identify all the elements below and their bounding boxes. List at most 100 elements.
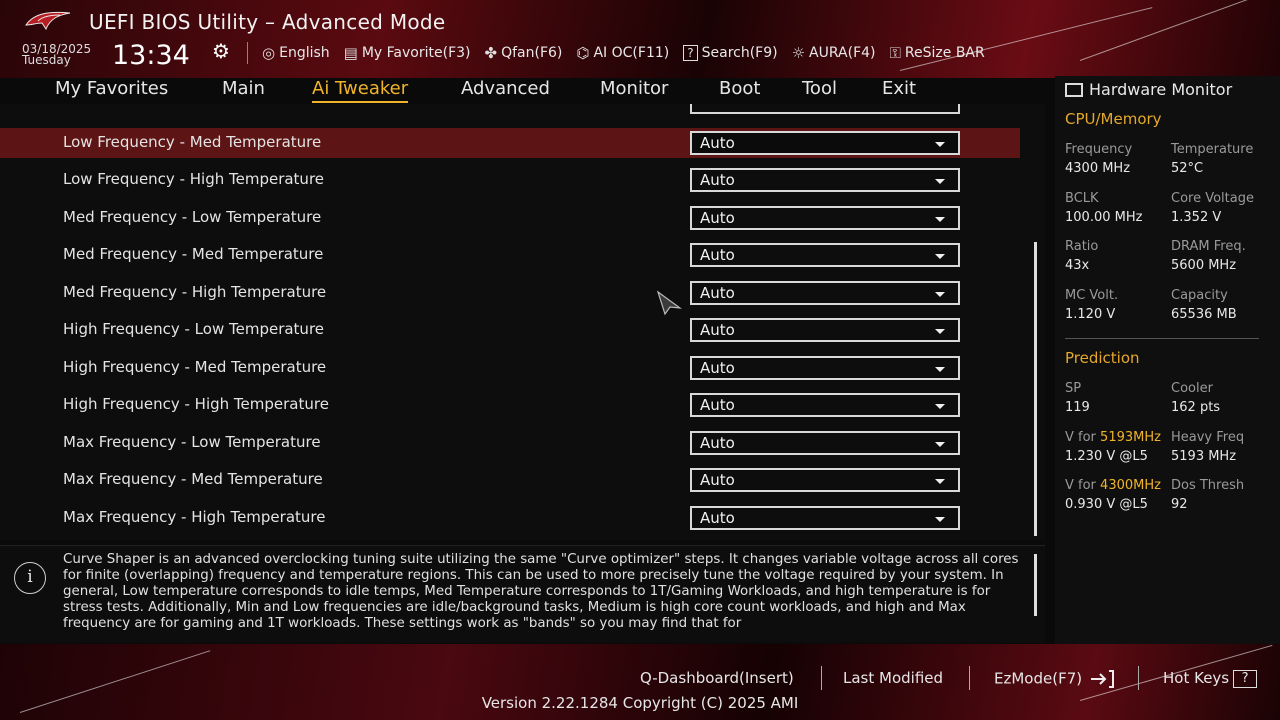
mouse-cursor-icon (656, 290, 682, 316)
hw-label: BCLK (1065, 191, 1099, 206)
language-button[interactable]: ◎ English (262, 44, 330, 62)
hw-value: 4300 MHz (1065, 161, 1131, 176)
chevron-down-icon (935, 404, 945, 409)
aura-button[interactable]: ☼ AURA(F4) (792, 44, 876, 62)
setting-row[interactable]: High Frequency - Med Temperature Auto (0, 353, 1020, 383)
chevron-down-icon (935, 479, 945, 484)
setting-dropdown[interactable]: Auto (690, 356, 960, 380)
prediction-heading: Prediction (1065, 349, 1140, 367)
setting-dropdown[interactable]: Auto (690, 468, 960, 492)
chevron-down-icon (935, 292, 945, 297)
tab-monitor[interactable]: Monitor (600, 78, 668, 99)
help-scrollbar[interactable] (1034, 554, 1037, 616)
hw-value: 0.930 V @L5 (1065, 497, 1148, 512)
search-icon: ? (683, 45, 698, 61)
ai-oc-button[interactable]: ⌬ AI OC(F11) (576, 44, 669, 62)
v-frequency: 5193MHz (1100, 430, 1161, 445)
hot-keys-button[interactable]: Hot Keys? (1163, 669, 1258, 688)
setting-label: Low Frequency - Med Temperature (63, 133, 322, 151)
language-label: English (279, 45, 330, 61)
tab-ai-tweaker[interactable]: Ai Tweaker (312, 78, 409, 103)
tab-boot[interactable]: Boot (719, 78, 760, 99)
globe-icon: ◎ (262, 44, 276, 62)
tab-exit[interactable]: Exit (882, 78, 916, 99)
ezmode-button[interactable]: EzMode(F7) (994, 669, 1115, 689)
ezmode-label: EzMode(F7) (994, 669, 1083, 688)
setting-dropdown[interactable]: Auto (690, 393, 960, 417)
hw-label: V for 5193MHz (1065, 430, 1161, 445)
hw-value: 100.00 MHz (1065, 210, 1143, 225)
hardware-monitor-title: Hardware Monitor (1089, 80, 1233, 99)
setting-label: High Frequency - High Temperature (63, 395, 329, 413)
hw-value: 119 (1065, 400, 1090, 415)
setting-dropdown[interactable]: Auto (690, 506, 960, 530)
settings-panel: Low Frequency - Med Temperature Auto Low… (0, 104, 1045, 540)
tab-tool[interactable]: Tool (802, 78, 837, 99)
setting-row[interactable]: Med Frequency - High Temperature Auto (0, 278, 1020, 308)
partial-dropdown[interactable] (690, 104, 960, 114)
setting-row[interactable]: Max Frequency - High Temperature Auto (0, 503, 1020, 533)
last-modified-button[interactable]: Last Modified (843, 669, 943, 687)
search-label: Search(F9) (701, 45, 778, 61)
clock: 13:34 (112, 40, 190, 71)
settings-scrollbar[interactable] (1034, 242, 1037, 536)
setting-row[interactable]: Max Frequency - Low Temperature Auto (0, 428, 1020, 458)
help-text: Curve Shaper is an advanced overclocking… (63, 552, 1019, 631)
qfan-button[interactable]: ✤ Qfan(F6) (485, 44, 563, 62)
q-dashboard-button[interactable]: Q-Dashboard(Insert) (640, 669, 794, 687)
setting-dropdown[interactable]: Auto (690, 168, 960, 192)
toolbar: ◎ English ▤ My Favorite(F3) ✤ Qfan(F6) ⌬… (262, 44, 999, 62)
hw-value: 43x (1065, 258, 1090, 273)
hw-value: 65536 MB (1171, 307, 1237, 322)
dropdown-value: Auto (700, 134, 735, 152)
setting-dropdown[interactable]: Auto (690, 281, 960, 305)
search-button[interactable]: ? Search(F9) (683, 44, 778, 62)
v-prefix: V for (1065, 478, 1101, 493)
divider (1065, 338, 1259, 339)
gear-icon[interactable]: ⚙ (212, 39, 230, 63)
setting-label: Med Frequency - Med Temperature (63, 245, 324, 263)
date-display: 03/18/2025 Tuesday (22, 43, 91, 66)
setting-dropdown[interactable]: Auto (690, 206, 960, 230)
setting-label: High Frequency - Low Temperature (63, 320, 325, 338)
hardware-monitor-panel: Hardware Monitor CPU/Memory Frequency 43… (1055, 76, 1280, 644)
resize-bar-label: ReSize BAR (904, 45, 985, 61)
chevron-down-icon (935, 142, 945, 147)
setting-row[interactable]: High Frequency - Low Temperature Auto (0, 315, 1020, 345)
dropdown-value: Auto (700, 509, 735, 527)
setting-row[interactable]: Low Frequency - Med Temperature Auto (0, 128, 1020, 158)
app-title: UEFI BIOS Utility – Advanced Mode (89, 10, 446, 34)
hw-label: Heavy Freq (1171, 430, 1245, 445)
setting-row[interactable]: High Frequency - High Temperature Auto (0, 390, 1020, 420)
monitor-icon (1065, 82, 1083, 97)
tab-advanced[interactable]: Advanced (461, 78, 550, 99)
chevron-down-icon (935, 217, 945, 222)
main-menu: My Favorites Main Ai Tweaker Advanced Mo… (0, 78, 1045, 103)
my-favorite-button[interactable]: ▤ My Favorite(F3) (344, 44, 471, 62)
tab-main[interactable]: Main (222, 78, 265, 99)
chevron-down-icon (935, 517, 945, 522)
hot-keys-label: Hot Keys (1163, 669, 1230, 687)
hw-label: Cooler (1171, 381, 1213, 396)
divider (1138, 666, 1139, 690)
setting-dropdown[interactable]: Auto (690, 431, 960, 455)
setting-label: Max Frequency - Low Temperature (63, 433, 321, 451)
setting-dropdown[interactable]: Auto (690, 318, 960, 342)
hw-label: V for 4300MHz (1065, 478, 1161, 493)
setting-label: Med Frequency - High Temperature (63, 283, 327, 301)
resize-bar-button[interactable]: ⚿ ReSize BAR (890, 44, 985, 62)
setting-row[interactable]: Max Frequency - Med Temperature Auto (0, 465, 1020, 495)
setting-label: Low Frequency - High Temperature (63, 170, 325, 188)
setting-row[interactable]: Low Frequency - High Temperature Auto (0, 165, 1020, 195)
setting-row[interactable]: Med Frequency - Low Temperature Auto (0, 203, 1020, 233)
rog-logo-icon (25, 11, 71, 31)
setting-dropdown[interactable]: Auto (690, 243, 960, 267)
dropdown-value: Auto (700, 359, 735, 377)
tab-my-favorites[interactable]: My Favorites (55, 78, 168, 99)
chevron-down-icon (935, 367, 945, 372)
setting-dropdown[interactable]: Auto (690, 131, 960, 155)
setting-row[interactable]: Med Frequency - Med Temperature Auto (0, 240, 1020, 270)
hw-label: Core Voltage (1171, 191, 1254, 206)
hw-value: 52°C (1171, 161, 1204, 176)
hw-label: MC Volt. (1065, 288, 1119, 303)
